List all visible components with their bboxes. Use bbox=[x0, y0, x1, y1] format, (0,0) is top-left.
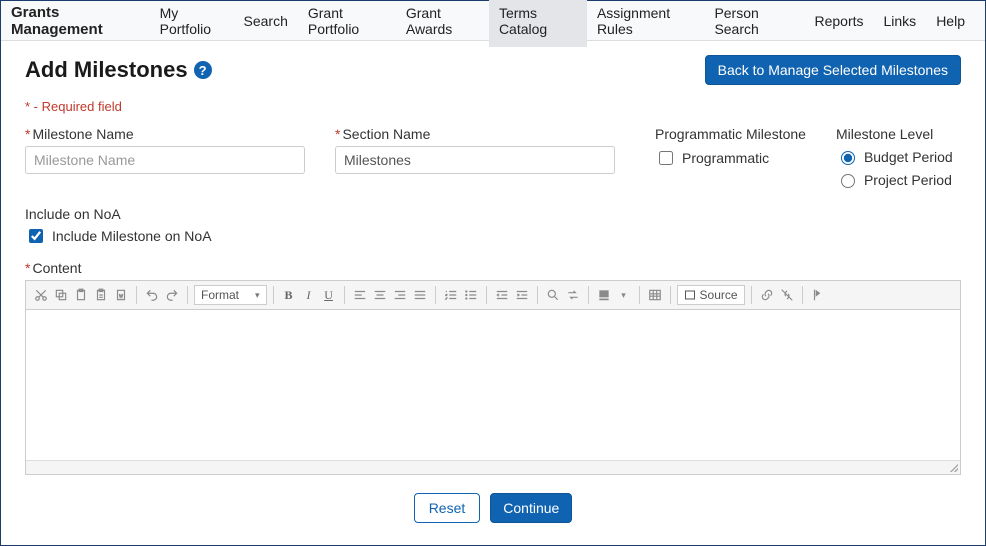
include-noa-checkbox[interactable] bbox=[29, 229, 43, 243]
reset-button[interactable]: Reset bbox=[414, 493, 481, 523]
page-header: Add Milestones ? Back to Manage Selected… bbox=[25, 55, 961, 85]
back-to-manage-button[interactable]: Back to Manage Selected Milestones bbox=[705, 55, 961, 85]
source-button-label: Source bbox=[700, 288, 738, 302]
help-icon[interactable]: ? bbox=[194, 61, 212, 79]
format-dropdown[interactable]: Format ▾ bbox=[194, 285, 267, 305]
milestone-name-label: *Milestone Name bbox=[25, 126, 305, 142]
programmatic-checkbox-row[interactable]: Programmatic bbox=[655, 148, 806, 168]
undo-icon[interactable] bbox=[143, 286, 161, 304]
align-center-icon[interactable] bbox=[371, 286, 389, 304]
nav-grant-awards[interactable]: Grant Awards bbox=[396, 0, 489, 47]
rich-text-editor: Format ▾ B I U ▾ bbox=[25, 280, 961, 475]
unlink-icon[interactable] bbox=[778, 286, 796, 304]
project-period-radio-row[interactable]: Project Period bbox=[836, 171, 953, 188]
programmatic-group: Programmatic Milestone Programmatic bbox=[655, 126, 806, 188]
form-row-main: *Milestone Name *Section Name Programmat… bbox=[25, 126, 961, 188]
paste-icon[interactable] bbox=[72, 286, 90, 304]
editor-toolbar: Format ▾ B I U ▾ bbox=[26, 281, 960, 310]
project-period-radio[interactable] bbox=[841, 174, 855, 188]
nav-terms-catalog[interactable]: Terms Catalog bbox=[489, 0, 587, 47]
section-name-input[interactable] bbox=[335, 146, 615, 174]
anchor-icon[interactable] bbox=[809, 286, 827, 304]
nav-assignment-rules[interactable]: Assignment Rules bbox=[587, 0, 705, 47]
align-left-icon[interactable] bbox=[351, 286, 369, 304]
top-navbar: Grants Management My Portfolio Search Gr… bbox=[1, 1, 985, 41]
outdent-icon[interactable] bbox=[493, 286, 511, 304]
align-right-icon[interactable] bbox=[391, 286, 409, 304]
source-button[interactable]: Source bbox=[677, 285, 745, 305]
budget-period-radio-row[interactable]: Budget Period bbox=[836, 148, 953, 165]
nav-search[interactable]: Search bbox=[234, 3, 298, 39]
page-title-text: Add Milestones bbox=[25, 57, 188, 83]
nav-person-search[interactable]: Person Search bbox=[704, 0, 804, 47]
milestone-level-group-label: Milestone Level bbox=[836, 126, 953, 142]
nav-help[interactable]: Help bbox=[926, 3, 975, 39]
paste-text-icon[interactable] bbox=[92, 286, 110, 304]
milestone-level-group: Milestone Level Budget Period Project Pe… bbox=[836, 126, 953, 188]
include-noa-checkbox-label: Include Milestone on NoA bbox=[52, 228, 212, 244]
project-period-radio-label: Project Period bbox=[864, 172, 952, 188]
required-field-note: * - Required field bbox=[25, 99, 961, 114]
programmatic-group-label: Programmatic Milestone bbox=[655, 126, 806, 142]
budget-period-radio-label: Budget Period bbox=[864, 149, 953, 165]
continue-button[interactable]: Continue bbox=[490, 493, 572, 523]
replace-icon[interactable] bbox=[564, 286, 582, 304]
italic-icon[interactable]: I bbox=[300, 286, 318, 304]
format-dropdown-label: Format bbox=[201, 288, 239, 302]
numbered-list-icon[interactable] bbox=[442, 286, 460, 304]
underline-icon[interactable]: U bbox=[320, 286, 338, 304]
milestone-name-input[interactable] bbox=[25, 146, 305, 174]
bold-icon[interactable]: B bbox=[280, 286, 298, 304]
include-noa-group-label: Include on NoA bbox=[25, 206, 961, 222]
nav-grant-portfolio[interactable]: Grant Portfolio bbox=[298, 0, 396, 47]
nav-my-portfolio[interactable]: My Portfolio bbox=[150, 0, 234, 47]
editor-content-area[interactable] bbox=[26, 310, 960, 460]
align-justify-icon[interactable] bbox=[411, 286, 429, 304]
editor-footer-bar bbox=[26, 460, 960, 474]
nav-reports[interactable]: Reports bbox=[804, 3, 873, 39]
include-noa-checkbox-row[interactable]: Include Milestone on NoA bbox=[25, 226, 961, 246]
table-icon[interactable] bbox=[646, 286, 664, 304]
cut-icon[interactable] bbox=[32, 286, 50, 304]
content-label: *Content bbox=[25, 260, 961, 276]
app-brand: Grants Management bbox=[11, 4, 136, 38]
bullet-list-icon[interactable] bbox=[462, 286, 480, 304]
form-actions: Reset Continue bbox=[25, 493, 961, 523]
resize-handle[interactable] bbox=[948, 462, 958, 472]
paste-word-icon[interactable] bbox=[112, 286, 130, 304]
indent-icon[interactable] bbox=[513, 286, 531, 304]
find-icon[interactable] bbox=[544, 286, 562, 304]
nav-links[interactable]: Links bbox=[874, 3, 927, 39]
copy-icon[interactable] bbox=[52, 286, 70, 304]
programmatic-checkbox-label: Programmatic bbox=[682, 150, 769, 166]
chevron-down-icon: ▾ bbox=[255, 290, 260, 301]
section-name-group: *Section Name bbox=[335, 126, 615, 188]
text-color-dropdown-icon[interactable]: ▾ bbox=[615, 286, 633, 304]
page-title: Add Milestones ? bbox=[25, 57, 212, 83]
section-name-label: *Section Name bbox=[335, 126, 615, 142]
text-color-icon[interactable] bbox=[595, 286, 613, 304]
milestone-name-group: *Milestone Name bbox=[25, 126, 305, 188]
programmatic-checkbox[interactable] bbox=[659, 151, 673, 165]
budget-period-radio[interactable] bbox=[841, 151, 855, 165]
redo-icon[interactable] bbox=[163, 286, 181, 304]
link-icon[interactable] bbox=[758, 286, 776, 304]
